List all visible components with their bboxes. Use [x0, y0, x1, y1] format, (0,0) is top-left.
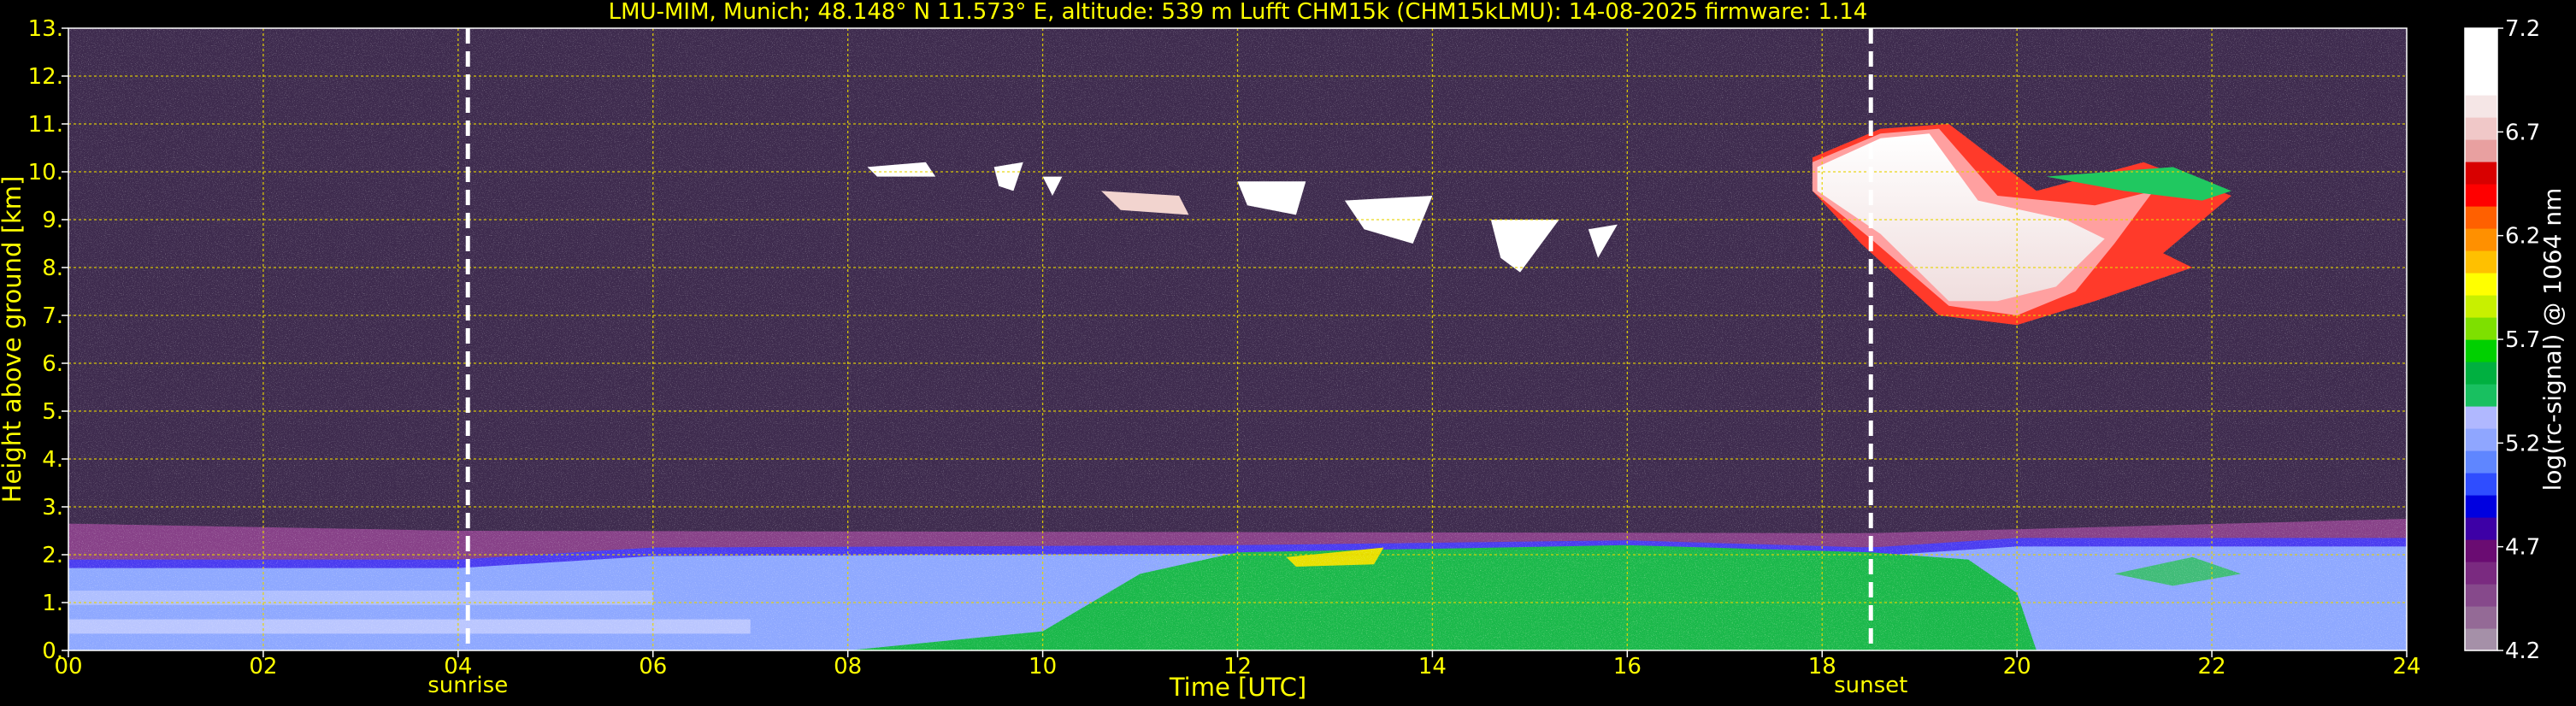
- x-tick-label: 10: [1029, 654, 1057, 680]
- x-tick-label: 16: [1613, 654, 1642, 680]
- colorbar-swatch: [2465, 162, 2497, 185]
- colorbar-swatch: [2465, 95, 2497, 118]
- colorbar-swatch: [2465, 139, 2497, 162]
- colorbar-tick-label: 5.2: [2505, 431, 2540, 456]
- sunrise-label: sunrise: [427, 673, 508, 698]
- y-tick-label: 13.: [28, 16, 63, 42]
- y-tick-label: 11.: [28, 112, 63, 138]
- colorbar-swatch: [2465, 117, 2497, 140]
- colorbar-swatch: [2465, 184, 2497, 207]
- colorbar-swatch: [2465, 273, 2497, 296]
- chart-title: LMU-MIM, Munich; 48.148° N 11.573° E, al…: [609, 0, 1868, 25]
- colorbar-swatch: [2465, 317, 2497, 340]
- colorbar-tick-label: 6.7: [2505, 120, 2540, 145]
- colorbar-swatch: [2465, 539, 2497, 562]
- colorbar-tick-labels: 4.2 4.7 5.2 5.7 6.2 6.7 7.2: [2497, 16, 2540, 664]
- colorbar-swatch: [2465, 50, 2497, 74]
- colorbar-swatch: [2465, 73, 2497, 96]
- x-tick-label: 00: [54, 654, 82, 680]
- y-tick-label: 7.: [42, 303, 63, 329]
- y-tick-label: 5.: [42, 399, 63, 425]
- y-tick-label: 4.: [42, 447, 63, 473]
- colorbar-swatch: [2465, 206, 2497, 229]
- colorbar: [2465, 28, 2497, 651]
- colorbar-tick-label: 4.2: [2505, 638, 2540, 664]
- colorbar-swatch: [2465, 517, 2497, 540]
- x-tick-label: 18: [1808, 654, 1836, 680]
- colorbar-swatch: [2465, 628, 2497, 651]
- x-tick-label: 22: [2198, 654, 2226, 680]
- colorbar-swatch: [2465, 384, 2497, 407]
- colorbar-swatch: [2465, 250, 2497, 274]
- sunset-label: sunset: [1834, 673, 1907, 698]
- colorbar-swatch: [2465, 228, 2497, 251]
- y-tick-label: 1.: [42, 591, 63, 616]
- y-tick-label: 9.: [42, 208, 63, 233]
- colorbar-swatch: [2465, 606, 2497, 629]
- colorbar-swatch: [2465, 495, 2497, 518]
- ceilometer-chart: 0.1.2.3.4.5.6.7.8.9.10.11.12.13. 00 02 04 0…: [0, 0, 2567, 702]
- y-tick-label: 6.: [42, 351, 63, 377]
- x-tick-label: 14: [1418, 654, 1447, 680]
- colorbar-swatch: [2465, 406, 2497, 429]
- colorbar-swatch: [2465, 428, 2497, 451]
- colorbar-swatch: [2465, 473, 2497, 496]
- x-tick-label: 08: [834, 654, 862, 680]
- colorbar-swatch: [2465, 28, 2497, 51]
- x-tick-label: 06: [639, 654, 667, 680]
- colorbar-tick-label: 6.2: [2505, 224, 2540, 250]
- y-tick-label: 10.: [28, 160, 63, 185]
- y-tick-label: 2.: [42, 543, 63, 568]
- x-tick-label: 24: [2392, 654, 2420, 680]
- colorbar-tick-label: 5.7: [2505, 327, 2540, 353]
- colorbar-swatch: [2465, 295, 2497, 318]
- colorbar-swatch: [2465, 339, 2497, 362]
- colorbar-swatch: [2465, 450, 2497, 474]
- y-tick-label: 3.: [42, 495, 63, 521]
- colorbar-swatch: [2465, 362, 2497, 385]
- x-tick-label: 20: [2003, 654, 2031, 680]
- colorbar-swatch: [2465, 584, 2497, 607]
- colorbar-label: log(rc-signal) @ 1064 nm: [2538, 188, 2567, 491]
- colorbar-tick-label: 4.7: [2505, 535, 2540, 561]
- x-tick-label: 02: [249, 654, 277, 680]
- y-axis-label: Height above ground [km]: [0, 176, 27, 503]
- y-tick-label: 8.: [42, 256, 63, 281]
- colorbar-tick-label: 7.2: [2505, 16, 2540, 42]
- y-tick-labels: 0.1.2.3.4.5.6.7.8.9.10.11.12.13.: [28, 16, 68, 664]
- x-axis-label: Time [UTC]: [1169, 673, 1306, 702]
- y-tick-label: 12.: [28, 64, 63, 90]
- colorbar-swatch: [2465, 562, 2497, 585]
